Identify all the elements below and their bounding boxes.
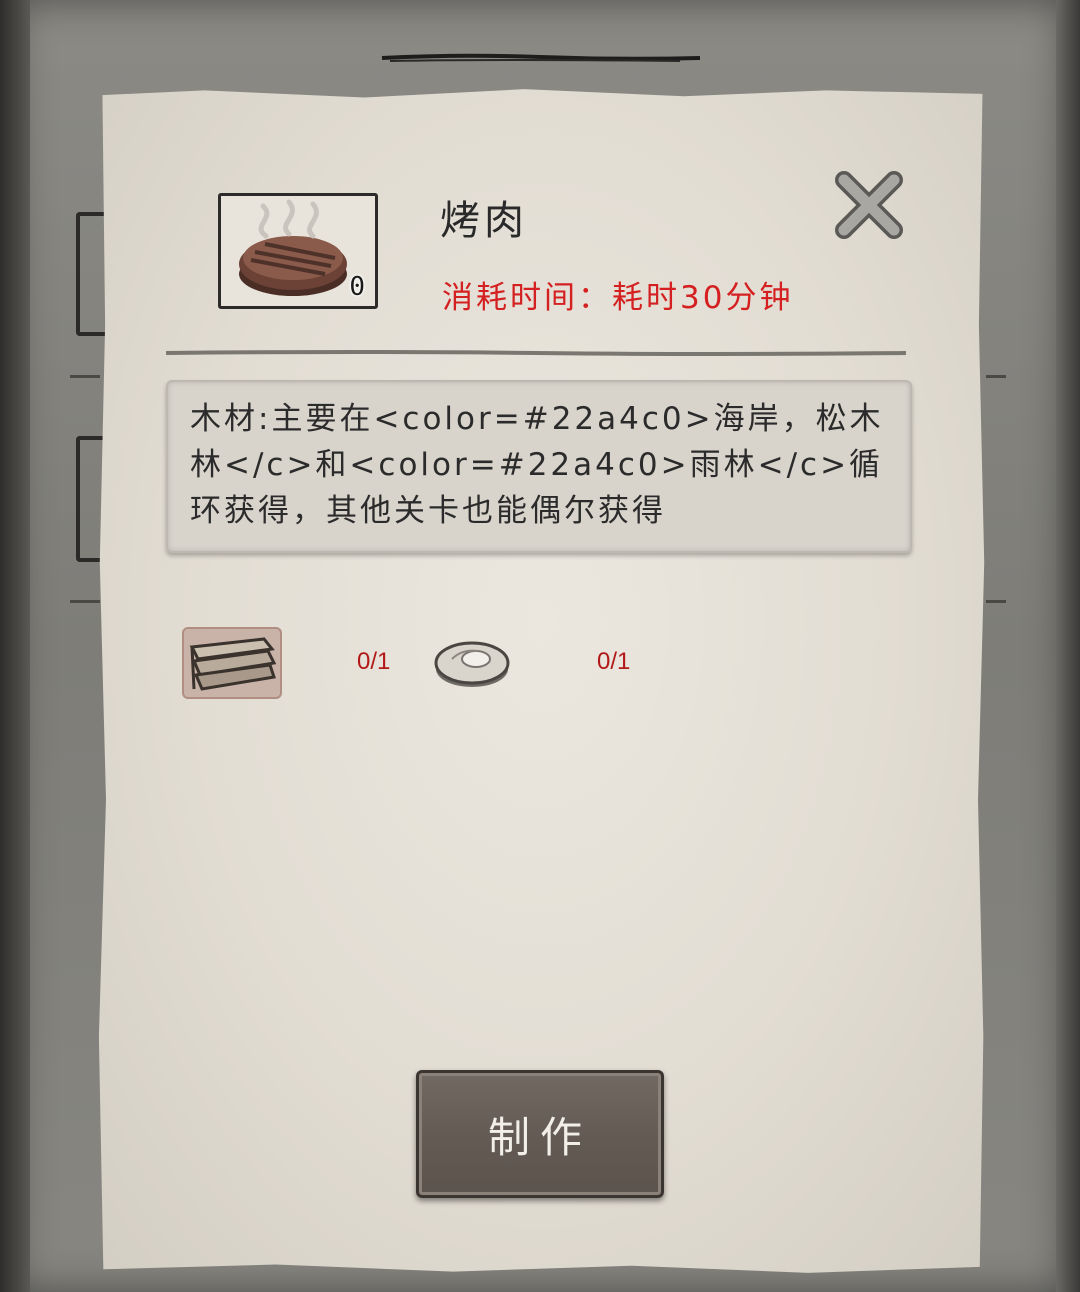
side-line [986,600,1006,603]
material-slot-wood[interactable] [182,627,282,699]
item-title: 烤肉 [440,198,528,244]
time-cost-text: 消耗时间：耗时30分钟 [442,280,794,316]
raw-meat-icon [434,641,510,687]
craft-button[interactable]: 制作 [416,1070,664,1198]
side-line [70,375,100,378]
material-count-meat: 0/1 [597,648,631,675]
item-icon-frame: 0 [218,193,378,309]
side-line [986,375,1006,378]
craft-button-label: 制作 [487,1112,592,1162]
close-icon [835,171,903,239]
side-line [70,600,100,603]
background-edge-right [1056,0,1080,1292]
item-owned-count: 0 [349,272,365,302]
background-edge-left [0,0,30,1292]
material-slot-meat[interactable] [432,629,532,701]
description-box: 木材:主要在<color=#22a4c0>海岸，松木林</c>和<color=#… [166,380,912,553]
close-button[interactable] [830,166,908,244]
material-count-wood: 0/1 [357,648,391,675]
section-divider [166,350,906,356]
description-text: 木材:主要在<color=#22a4c0>海岸，松木林</c>和<color=#… [190,401,884,529]
wood-planks-icon [189,637,277,691]
top-handle-stroke [381,53,701,62]
